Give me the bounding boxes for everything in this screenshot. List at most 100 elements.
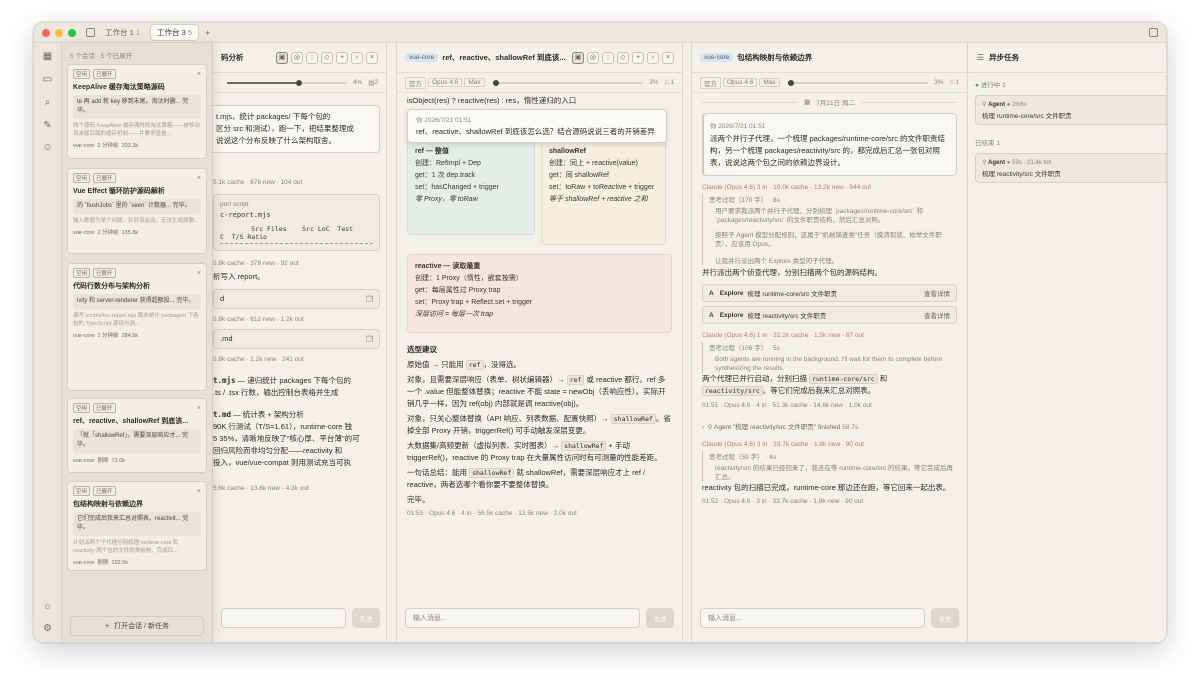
message-input[interactable]: 输入消息...	[700, 608, 925, 628]
done-task-card[interactable]: ⚲ Agent ● 59s · 21.4k tok 梳理 reactivity/…	[975, 153, 1166, 183]
close-card-icon[interactable]: ×	[197, 405, 201, 412]
message-meta: 5.6k cache · 13.6k new · 4.3k out	[213, 485, 309, 492]
theme-icon[interactable]: ☼	[42, 601, 53, 612]
search-icon[interactable]: ⌕	[42, 97, 53, 108]
file-block[interactable]: d ❐	[213, 289, 380, 309]
message-line: 说说这个分布反映了什么架构取舍。	[216, 136, 336, 145]
fork-button[interactable]: ◌	[306, 51, 318, 64]
agent-finished-row[interactable]: › ⚲ Agent "梳理 reactivity/src 文件职责" finis…	[702, 421, 957, 431]
sidebar-toggle-icon[interactable]	[86, 28, 95, 37]
open-session-button[interactable]: + 打开会话 / 新任务	[70, 616, 204, 636]
thinking-block[interactable]: 思考过程（59 字） · 4s reactivity/src 的结果已经回来了，…	[702, 451, 957, 482]
more-button[interactable]: ◇	[321, 51, 333, 64]
copy-icon[interactable]: ❐	[366, 295, 373, 304]
session-card[interactable]: 空闲 已展开 × Vue Effect 循环防护源码解析 的 `flushJobs`…	[67, 168, 207, 254]
advice-item: 对象，只关心整体替换（API 响应、列表数据、配置快照）→ shallowRef…	[407, 414, 671, 435]
minimize-window-button[interactable]	[55, 28, 63, 37]
back-button[interactable]: ‹	[351, 51, 363, 64]
expanded-chip: 已展开	[93, 173, 116, 183]
status-chip: 空闲	[73, 268, 91, 278]
agent-desc: 梳理 runtime-core/src 文件职责	[747, 291, 838, 298]
session-card[interactable]: 空闲 已展开 × KeepAlive 缓存淘汰策略源码 te 再 add 新 key…	[67, 64, 207, 159]
card-desc: 编写 scripts/loc-report.mjs 脚本统计 packages/…	[73, 313, 199, 327]
close-panel-button[interactable]: ×	[662, 51, 674, 64]
effort-chip[interactable]: Max	[464, 78, 485, 87]
share-button[interactable]: ◎	[291, 51, 303, 64]
session-card[interactable]: 空闲 已展开 × 包结构映射与依赖边界 它们完成后我来汇总对照表。reactivit…	[67, 481, 207, 571]
async-header: ☰ 异步任务	[969, 43, 1166, 73]
running-task-card[interactable]: ⚲ Agent ● 2m6s 梳理 runtime-core/src 文件职责	[975, 95, 1166, 125]
thinking-label[interactable]: 思考过程（170 字） · 8s	[709, 194, 957, 204]
close-card-icon[interactable]: ×	[197, 71, 201, 78]
zoom-window-button[interactable]	[68, 28, 76, 37]
tool-label: port script	[220, 201, 249, 208]
tool-call-block[interactable]: port script c-report.mjs Src Files Src L…	[213, 194, 380, 251]
thinking-block[interactable]: 思考过程（106 字） · 5s Both agents are running…	[702, 342, 957, 373]
thinking-block[interactable]: 思考过程（170 字） · 8s 用户要求我派两个并行子代理，分别梳理 `pac…	[702, 194, 957, 265]
close-card-icon[interactable]: ×	[197, 488, 201, 495]
thinking-label[interactable]: 思考过程（106 字） · 5s	[709, 342, 957, 352]
card-title: 包结构映射与依赖边界	[73, 501, 143, 508]
message-line: 区分 src 和测试），跑一下，把结果整理成	[216, 124, 354, 133]
back-button[interactable]: ‹	[647, 51, 659, 64]
fork-button[interactable]: ◌	[602, 51, 614, 64]
comparison-grid: ref — 整值 创建：RefImpl + Dep get：1 次 dep.tr…	[407, 109, 672, 289]
provider-chip[interactable]: 官方	[700, 76, 721, 89]
file-name: .md	[220, 334, 233, 343]
provider-chip[interactable]: 官方	[405, 76, 426, 89]
close-card-icon[interactable]: ×	[197, 270, 201, 277]
session-card[interactable]: 空闲 已展开 × ref、reactive、shallowRef 到底该... 「就…	[67, 398, 207, 473]
date-label: 7月21日 周二	[816, 100, 855, 107]
task-desc: 梳理 reactivity/src 文件职责	[982, 170, 1061, 178]
close-window-button[interactable]	[42, 28, 50, 37]
assistant-message: Claude (Opus 4.6) 3 in · 33.7k cache · 1…	[702, 441, 957, 505]
add-button[interactable]: +	[336, 51, 348, 64]
subagent-card[interactable]: A Explore 梳理 reactivity/src 文件职责 查看详情	[702, 306, 957, 324]
session-card[interactable]: 空闲 已展开 × 代码行数分布与架构分析 ivity 和 server-render…	[67, 263, 207, 391]
send-button[interactable]: 发送	[352, 608, 380, 628]
close-card-icon[interactable]: ×	[197, 175, 201, 182]
status-chip: 空闲	[73, 173, 91, 183]
send-button[interactable]: 发送	[931, 608, 959, 628]
card-title: KeepAlive 缓存淘汰策略源码	[73, 84, 165, 91]
view-details-link[interactable]: 查看详情	[924, 310, 950, 320]
sessions-icon[interactable]: ▦	[42, 51, 53, 62]
share-button[interactable]: ◎	[587, 51, 599, 64]
user-icon[interactable]: ☺	[42, 142, 53, 153]
user-message: 你 2026/7/21 01:51 派两个并行子代理，一个梳理 packages…	[702, 113, 957, 176]
status-chip: 空闲	[73, 69, 91, 79]
layout-icon[interactable]	[1149, 28, 1158, 37]
close-panel-button[interactable]: ×	[366, 51, 378, 64]
effort-chip[interactable]: Max	[759, 78, 780, 87]
pin-button[interactable]: ▣	[276, 51, 288, 64]
model-chip[interactable]: Opus 4.6	[723, 78, 758, 87]
add-button[interactable]: +	[632, 51, 644, 64]
copy-icon[interactable]: ❐	[366, 335, 373, 344]
file-name: d	[220, 294, 225, 303]
section-title: 选型建议	[407, 345, 437, 354]
view-details-link[interactable]: 查看详情	[924, 288, 950, 298]
expanded-chip: 已展开	[93, 486, 116, 496]
message-input[interactable]: 输入消息...	[405, 608, 640, 628]
thinking-label[interactable]: 思考过程（59 字） · 4s	[709, 451, 957, 461]
agent-desc: 梳理 reactivity/src 文件职责	[747, 313, 827, 320]
add-workspace-button[interactable]: +	[205, 28, 210, 38]
file-block[interactable]: .md ❐	[213, 329, 380, 349]
session-panel-code-analysis: 析写入 report。 码分析 ▣ ◎ ◌ ◇ + ‹ × 4% ▤ 2 t.m…	[213, 43, 387, 642]
more-button[interactable]: ◇	[617, 51, 629, 64]
workspace-tab-3[interactable]: 工作台 3 5	[150, 24, 200, 41]
session-drawer: 5 个会话 · 5 个已展开 空闲 已展开 × KeepAlive 缓存淘汰策略源码…	[62, 43, 213, 642]
pin-button[interactable]: ▣	[572, 51, 584, 64]
send-button[interactable]: 发送	[646, 608, 674, 628]
tools-icon[interactable]: ✎	[42, 120, 53, 131]
workspace-tab-1[interactable]: 工作台 1 1	[99, 25, 146, 40]
assistant-message: Claude (Opus 4.6) 3 in · 19.0k cache · 1…	[702, 184, 957, 324]
message-head: Claude (Opus 4.6) 1 in · 32.2k cache · 1…	[702, 332, 864, 339]
model-chip[interactable]: Opus 4.6	[428, 78, 463, 87]
message-input[interactable]	[221, 608, 346, 628]
settings-gear-icon[interactable]: ⚙	[42, 623, 53, 634]
block-row: set：Proxy trap + Reflect.set + trigger	[415, 299, 533, 306]
subagent-card[interactable]: A Explore 梳理 runtime-core/src 文件职责 查看详情	[702, 284, 957, 302]
chat-icon[interactable]: ▭	[42, 74, 53, 85]
message-list: ▦ 7月21日 周二 你 2026/7/21 01:51 派两个并行子代理，一个…	[692, 93, 967, 600]
